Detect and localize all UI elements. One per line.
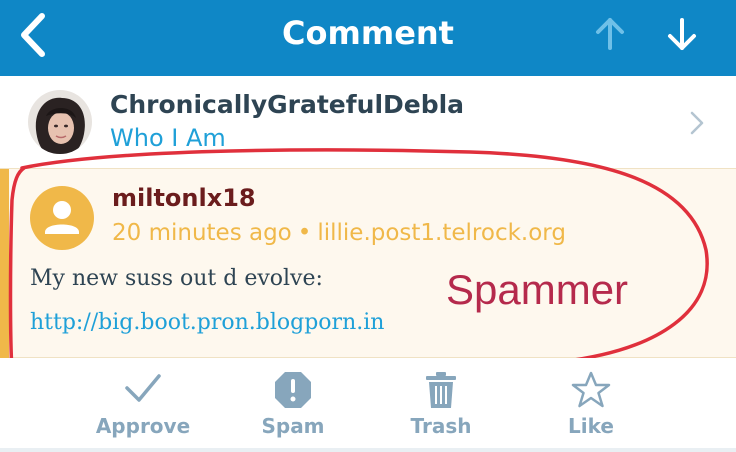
like-label: Like — [568, 414, 614, 438]
moderation-action-bar: Approve Spam Trash Like — [0, 358, 736, 448]
person-icon — [45, 201, 79, 234]
spam-button[interactable]: Spam — [218, 358, 368, 448]
post-author-name: ChronicallyGratefulDebla — [110, 90, 465, 119]
star-icon — [571, 371, 611, 408]
trash-icon — [426, 372, 456, 408]
next-comment-button[interactable] — [660, 14, 704, 54]
post-header-row[interactable]: ChronicallyGratefulDebla Who I Am — [0, 76, 736, 168]
separator-dot: • — [297, 220, 312, 246]
like-button[interactable]: Like — [516, 358, 666, 448]
spam-icon — [275, 372, 311, 408]
post-title-link[interactable]: Who I Am — [110, 124, 226, 152]
approve-label: Approve — [95, 414, 191, 438]
comment-meta: 20 minutes ago • lillie.post1.telrock.org — [112, 220, 566, 246]
approve-button[interactable]: Approve — [68, 358, 218, 448]
chevron-left-icon — [21, 13, 45, 57]
chevron-right-icon — [690, 111, 704, 135]
spam-label: Spam — [261, 414, 325, 438]
commenter-site-link[interactable]: lillie.post1.telrock.org — [317, 220, 566, 246]
spammer-annotation: Spammer — [446, 266, 629, 313]
trash-label: Trash — [410, 414, 472, 438]
bottom-divider — [0, 448, 736, 452]
commenter-name[interactable]: miltonlx18 — [112, 184, 256, 212]
comment-link[interactable]: http://big.boot.pron.blogporn.in — [30, 310, 384, 335]
commenter-avatar — [30, 186, 94, 250]
back-button[interactable] — [14, 12, 54, 58]
previous-comment-button[interactable] — [588, 14, 632, 54]
checkmark-icon — [125, 374, 161, 402]
comment-text: My new suss out d evolve: — [30, 266, 323, 291]
navigation-bar: Comment — [0, 0, 736, 76]
unapproved-indicator — [0, 169, 9, 359]
post-author-avatar — [28, 90, 92, 154]
comment-time: 20 minutes ago — [112, 220, 292, 246]
trash-button[interactable]: Trash — [366, 358, 516, 448]
arrow-up-icon — [596, 18, 624, 50]
arrow-down-icon — [668, 18, 696, 50]
